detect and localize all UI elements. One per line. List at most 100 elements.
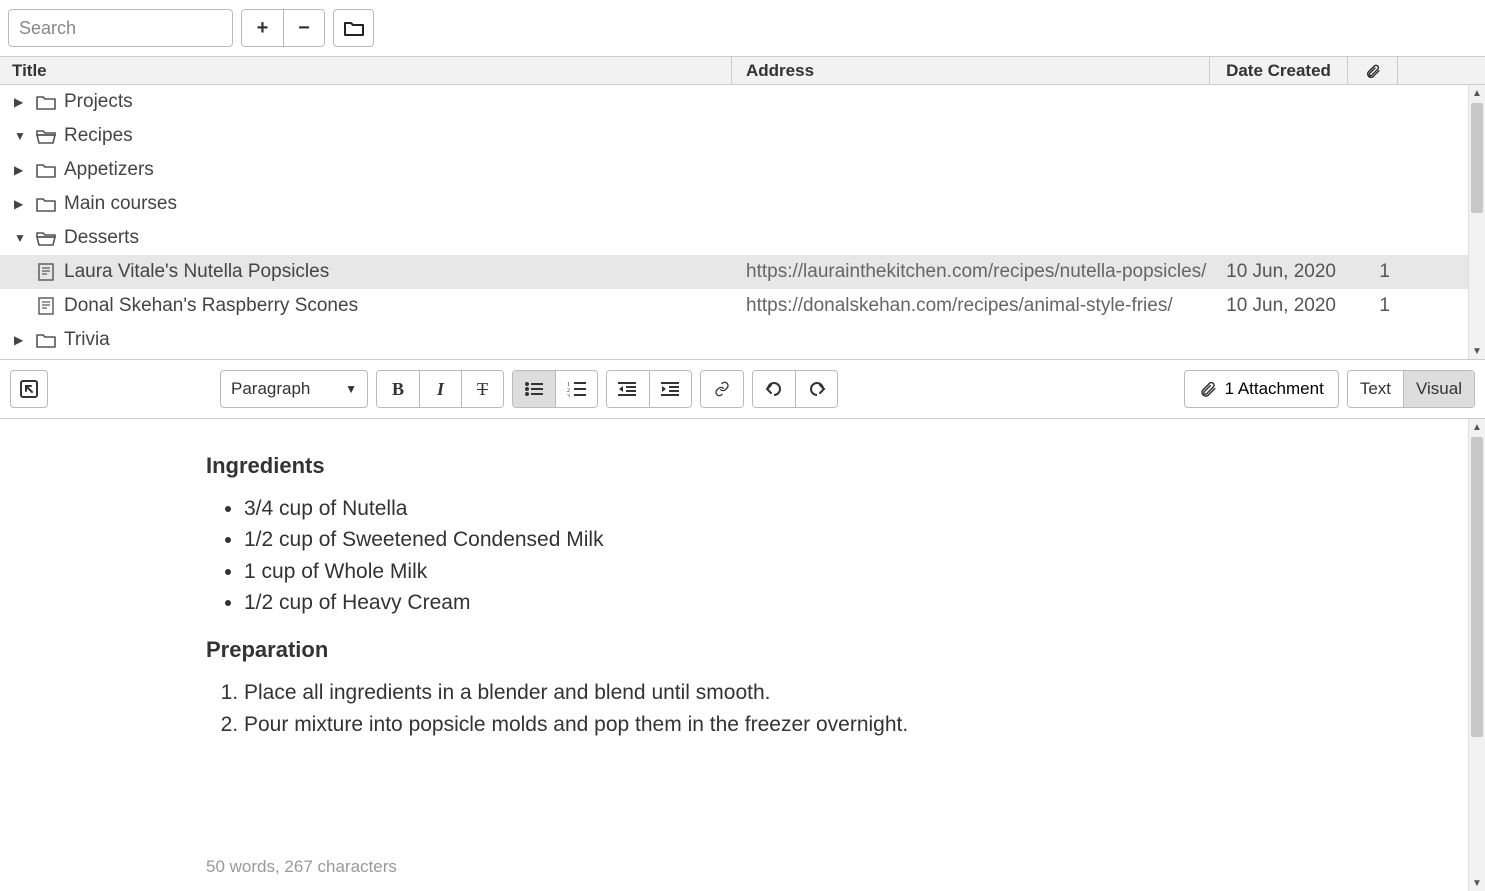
chevron-down-icon[interactable]: ▼ [14, 129, 28, 143]
bullet-list-icon [524, 381, 544, 397]
history-group [752, 370, 838, 408]
bold-button[interactable]: B [377, 371, 419, 407]
list-item: 1/2 cup of Heavy Cream [244, 588, 1468, 617]
remove-button[interactable]: − [283, 10, 324, 46]
address-cell: https://donalskehan.com/recipes/animal-s… [732, 295, 1210, 317]
folder-icon [36, 332, 56, 348]
tree-folder[interactable]: ▼ Recipes [0, 119, 1468, 153]
tree-folder[interactable]: ▶ Appetizers [0, 153, 1468, 187]
italic-button[interactable]: I [419, 371, 461, 407]
date-cell: 10 Jun, 2020 [1210, 295, 1348, 317]
search-input[interactable] [8, 9, 233, 47]
attachment-label: 1 Attachment [1225, 379, 1324, 399]
tree-label: Appetizers [64, 159, 154, 181]
editor-content[interactable]: Ingredients 3/4 cup of Nutella1/2 cup of… [0, 419, 1468, 891]
editor-scrollbar[interactable]: ▲ ▼ [1468, 419, 1485, 891]
tree-folder[interactable]: ▼Desserts [0, 221, 1468, 255]
chevron-down-icon[interactable]: ▼ [14, 231, 28, 245]
minus-icon: − [298, 17, 310, 40]
paperclip-icon [1199, 380, 1217, 398]
title-cell: Laura Vitale's Nutella Popsicles [0, 255, 732, 289]
attach-cell: 1 [1348, 295, 1398, 317]
tree-folder[interactable]: ▶Trivia [0, 323, 1468, 357]
plus-icon: + [257, 17, 269, 40]
text-style-group: B I T [376, 370, 504, 408]
chevron-right-icon[interactable]: ▶ [14, 95, 28, 109]
list-item: 3/4 cup of Nutella [244, 494, 1468, 523]
ingredients-heading: Ingredients [206, 451, 1468, 482]
column-address[interactable]: Address [732, 57, 1210, 84]
tree-label: Donal Skehan's Raspberry Scones [64, 295, 358, 317]
scroll-up-icon[interactable]: ▲ [1469, 85, 1485, 101]
folder-icon [36, 162, 56, 178]
preparation-list: Place all ingredients in a blender and b… [244, 678, 1468, 739]
mode-text-button[interactable]: Text [1348, 371, 1403, 407]
scroll-thumb[interactable] [1471, 437, 1483, 737]
paperclip-icon [1363, 63, 1383, 79]
list-item: Place all ingredients in a blender and b… [244, 678, 1468, 707]
tree-area: ▶ Projects ▼ Recipes ▶ Appetizers ▶ Main course… [0, 85, 1485, 359]
editor-area: Ingredients 3/4 cup of Nutella1/2 cup of… [0, 419, 1485, 891]
mode-visual-button[interactable]: Visual [1403, 371, 1474, 407]
title-cell: ▶ Projects [0, 85, 732, 119]
arrow-up-left-icon [20, 380, 38, 398]
tree-label: Main courses [64, 193, 177, 215]
preparation-heading: Preparation [206, 635, 1468, 666]
collapse-button[interactable] [10, 370, 48, 408]
scroll-thumb[interactable] [1471, 103, 1483, 213]
indent-button[interactable] [649, 371, 691, 407]
list-item: Pour mixture into popsicle molds and pop… [244, 710, 1468, 739]
tree-folder[interactable]: ▶ Main courses [0, 187, 1468, 221]
list-group: 123 [512, 370, 598, 408]
italic-icon: I [437, 379, 444, 400]
title-cell: Donal Skehan's Raspberry Scones [0, 289, 732, 323]
indent-group [606, 370, 692, 408]
tree-item[interactable]: Laura Vitale's Nutella Popsicleshttps://… [0, 255, 1468, 289]
add-button[interactable]: + [242, 10, 283, 46]
chevron-right-icon[interactable]: ▶ [14, 333, 28, 347]
tree-label: Recipes [64, 125, 133, 147]
outdent-button[interactable] [607, 371, 649, 407]
strikethrough-button[interactable]: T [461, 371, 503, 407]
format-select[interactable]: Paragraph [220, 370, 368, 408]
redo-button[interactable] [795, 371, 837, 407]
column-title[interactable]: Title [0, 57, 732, 84]
scroll-down-icon[interactable]: ▼ [1469, 875, 1485, 891]
numbered-list-button[interactable]: 123 [555, 371, 597, 407]
redo-icon [807, 381, 827, 397]
strikethrough-icon: T [477, 379, 488, 400]
title-cell: ▼Desserts [0, 221, 732, 255]
chevron-right-icon[interactable]: ▶ [14, 163, 28, 177]
tree-body: ▶ Projects ▼ Recipes ▶ Appetizers ▶ Main course… [0, 85, 1468, 359]
title-cell: ▶ Main courses [0, 187, 732, 221]
numbered-list-icon: 123 [567, 381, 587, 397]
folder-icon [36, 196, 56, 212]
link-button[interactable] [701, 371, 743, 407]
chevron-right-icon[interactable]: ▶ [14, 197, 28, 211]
attach-cell: 1 [1348, 261, 1398, 283]
address-cell: https://laurainthekitchen.com/recipes/nu… [732, 261, 1210, 283]
title-cell: ▶ Appetizers [0, 153, 732, 187]
bullet-list-button[interactable] [513, 371, 555, 407]
column-headers: Title Address Date Created [0, 57, 1485, 85]
folder-button[interactable] [333, 9, 374, 47]
link-icon [712, 381, 732, 397]
undo-button[interactable] [753, 371, 795, 407]
folder-icon [344, 19, 364, 37]
tree-scrollbar[interactable]: ▲ ▼ [1468, 85, 1485, 359]
title-cell: ▼ Recipes [0, 119, 732, 153]
attachment-button[interactable]: 1 Attachment [1184, 370, 1339, 408]
scroll-up-icon[interactable]: ▲ [1469, 419, 1485, 435]
column-date[interactable]: Date Created [1210, 57, 1348, 84]
column-attachments[interactable] [1348, 57, 1398, 84]
ingredients-list: 3/4 cup of Nutella1/2 cup of Sweetened C… [244, 494, 1468, 618]
tree-folder[interactable]: ▶ Projects [0, 85, 1468, 119]
editor-toolbar: Paragraph B I T 123 1 [0, 359, 1485, 419]
tree-item[interactable]: Donal Skehan's Raspberry Scones https://d… [0, 289, 1468, 323]
undo-icon [764, 381, 784, 397]
list-item: 1 cup of Whole Milk [244, 557, 1468, 586]
scroll-down-icon[interactable]: ▼ [1469, 343, 1485, 359]
add-remove-group: + − [241, 9, 325, 47]
tree-label: Projects [64, 91, 133, 113]
list-item: 1/2 cup of Sweetened Condensed Milk [244, 525, 1468, 554]
